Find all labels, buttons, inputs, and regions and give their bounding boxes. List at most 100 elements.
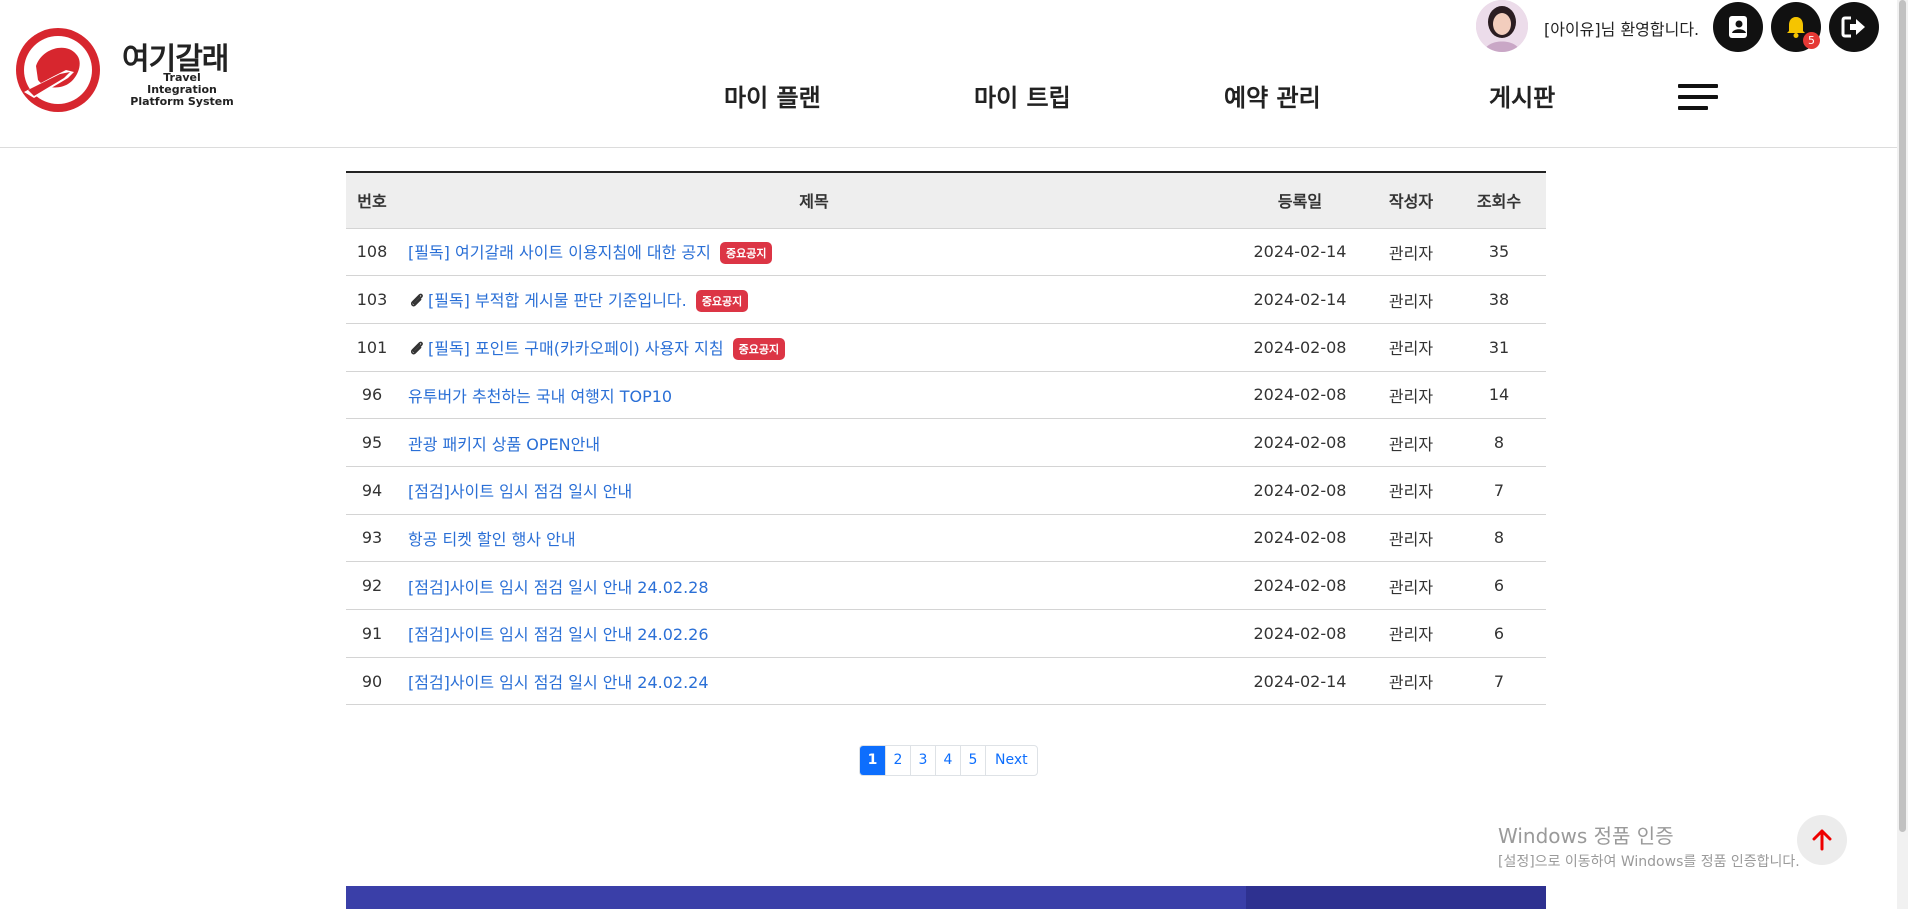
row-date: 2024-02-08 [1230,371,1370,420]
row-date: 2024-02-14 [1230,657,1370,706]
row-writer: 관리자 [1370,657,1452,706]
row-views: 6 [1452,609,1546,658]
row-date: 2024-02-08 [1230,418,1370,467]
row-date: 2024-02-08 [1230,561,1370,610]
post-title-link[interactable]: [필독] 부적합 게시물 판단 기준입니다. [428,291,687,310]
row-writer: 관리자 [1370,561,1452,610]
row-num: 96 [346,371,398,420]
post-title-link[interactable]: [점검]사이트 임시 점검 일시 안내 24.02.24 [408,673,709,692]
watermark-subtitle: [설정]으로 이동하여 Windows를 정품 인증합니다. [1498,854,1800,870]
row-date: 2024-02-14 [1230,275,1370,324]
windows-activation-watermark: Windows 정품 인증 [설정]으로 이동하여 Windows를 정품 인증… [1498,820,1800,871]
row-title-cell: [점검]사이트 임시 점검 일시 안내 24.02.28 [398,561,1230,610]
table-row: 96 유투버가 추천하는 국내 여행지 TOP10 2024-02-08 관리자… [346,371,1546,420]
row-num: 94 [346,466,398,515]
page-3-button[interactable]: 3 [910,746,935,775]
paperclip-icon [410,293,423,307]
row-writer: 관리자 [1370,418,1452,467]
row-title-cell: [필독] 포인트 구매(카카오페이) 사용자 지침 중요공지 [398,323,1230,372]
row-writer: 관리자 [1370,466,1452,515]
row-views: 8 [1452,514,1546,563]
post-title-link[interactable]: 관광 패키지 상품 OPEN안내 [408,435,600,454]
row-views: 31 [1452,323,1546,372]
row-num: 101 [346,323,398,372]
welcome-message: [아이유]님 환영합니다. [1544,20,1700,39]
logo-subtitle: Travel Integration Platform System [130,72,234,108]
row-num: 103 [346,275,398,324]
nav-my-trip[interactable]: 마이 트립 [974,78,1071,113]
notice-board: 번호 제목 등록일 작성자 조회수 108 [필독] 여기갈래 사이트 이용지침… [346,171,1546,706]
next-page-button[interactable]: Next [985,746,1037,775]
post-title-link[interactable]: [필독] 여기갈래 사이트 이용지침에 대한 공지 [408,243,711,262]
post-title-link[interactable]: [점검]사이트 임시 점검 일시 안내 24.02.26 [408,625,709,644]
header-num: 번호 [346,172,398,229]
post-title-link[interactable]: [필독] 포인트 구매(카카오페이) 사용자 지침 [428,339,724,358]
header-title: 제목 [398,172,1230,229]
notification-button[interactable]: 5 [1771,2,1821,52]
page-5-button[interactable]: 5 [960,746,985,775]
globe-plane-logo-icon [16,28,100,112]
table-row: 92 [점검]사이트 임시 점검 일시 안내 24.02.28 2024-02-… [346,561,1546,610]
page-2-button[interactable]: 2 [885,746,910,775]
table-row: 94 [점검]사이트 임시 점검 일시 안내 2024-02-08 관리자 7 [346,466,1546,515]
site-header: 여기갈래 Travel Integration Platform System … [0,0,1908,148]
post-title-link[interactable]: [점검]사이트 임시 점검 일시 안내 [408,482,632,501]
table-row: 91 [점검]사이트 임시 점검 일시 안내 24.02.26 2024-02-… [346,609,1546,658]
table-row: 103 [필독] 부적합 게시물 판단 기준입니다. 중요공지 2024-02-… [346,275,1546,324]
row-date: 2024-02-08 [1230,466,1370,515]
logout-button[interactable] [1829,2,1879,52]
page-1-button[interactable]: 1 [860,746,885,775]
row-writer: 관리자 [1370,275,1452,324]
row-date: 2024-02-08 [1230,514,1370,563]
page-4-button[interactable]: 4 [935,746,960,775]
my-page-button[interactable] [1713,2,1763,52]
row-title-cell: [점검]사이트 임시 점검 일시 안내 24.02.24 [398,657,1230,706]
notice-table: 번호 제목 등록일 작성자 조회수 108 [필독] 여기갈래 사이트 이용지침… [346,171,1546,706]
nav-board[interactable]: 게시판 [1489,78,1555,113]
scrollbar-thumb[interactable] [1899,0,1906,832]
footer-right-panel [1246,886,1546,909]
paperclip-icon [410,341,423,355]
header-views: 조회수 [1452,172,1546,229]
post-title-link[interactable]: [점검]사이트 임시 점검 일시 안내 24.02.28 [408,578,709,597]
row-title-cell: 유투버가 추천하는 국내 여행지 TOP10 [398,371,1230,420]
scroll-to-top-button[interactable] [1797,815,1847,865]
post-title-link[interactable]: 유투버가 추천하는 국내 여행지 TOP10 [408,387,672,406]
post-title-link[interactable]: 항공 티켓 할인 행사 안내 [408,530,576,549]
table-row: 101 [필독] 포인트 구매(카카오페이) 사용자 지침 중요공지 2024-… [346,323,1546,372]
header-writer: 작성자 [1370,172,1452,229]
row-num: 93 [346,514,398,563]
watermark-title: Windows 정품 인증 [1498,824,1674,848]
row-title-cell: [필독] 여기갈래 사이트 이용지침에 대한 공지 중요공지 [398,228,1230,277]
row-num: 108 [346,228,398,277]
logo-subtitle-line1: Travel Integration [147,71,217,96]
row-views: 14 [1452,371,1546,420]
row-num: 91 [346,609,398,658]
row-date: 2024-02-08 [1230,323,1370,372]
table-header-row: 번호 제목 등록일 작성자 조회수 [346,172,1546,229]
contact-book-icon [1729,16,1747,38]
row-title-cell: [필독] 부적합 게시물 판단 기준입니다. 중요공지 [398,275,1230,324]
nav-reservation[interactable]: 예약 관리 [1224,78,1321,113]
table-row: 93 항공 티켓 할인 행사 안내 2024-02-08 관리자 8 [346,514,1546,563]
user-avatar-icon [1476,0,1528,52]
row-date: 2024-02-08 [1230,609,1370,658]
hamburger-menu-icon[interactable] [1678,84,1718,110]
avatar[interactable] [1476,0,1528,52]
important-notice-badge: 중요공지 [732,337,786,360]
logo-subtitle-line2: Platform System [130,95,234,108]
nav-my-plan[interactable]: 마이 플랜 [724,78,821,113]
row-date: 2024-02-14 [1230,228,1370,277]
site-logo[interactable]: 여기갈래 Travel Integration Platform System [14,24,234,116]
row-writer: 관리자 [1370,514,1452,563]
row-writer: 관리자 [1370,609,1452,658]
page-scrollbar[interactable] [1897,0,1908,909]
important-notice-badge: 중요공지 [719,242,773,265]
row-title-cell: [점검]사이트 임시 점검 일시 안내 24.02.26 [398,609,1230,658]
row-num: 90 [346,657,398,706]
row-num: 92 [346,561,398,610]
row-writer: 관리자 [1370,371,1452,420]
notification-count-badge: 5 [1803,32,1820,49]
row-writer: 관리자 [1370,323,1452,372]
table-row: 108 [필독] 여기갈래 사이트 이용지침에 대한 공지 중요공지 2024-… [346,228,1546,277]
